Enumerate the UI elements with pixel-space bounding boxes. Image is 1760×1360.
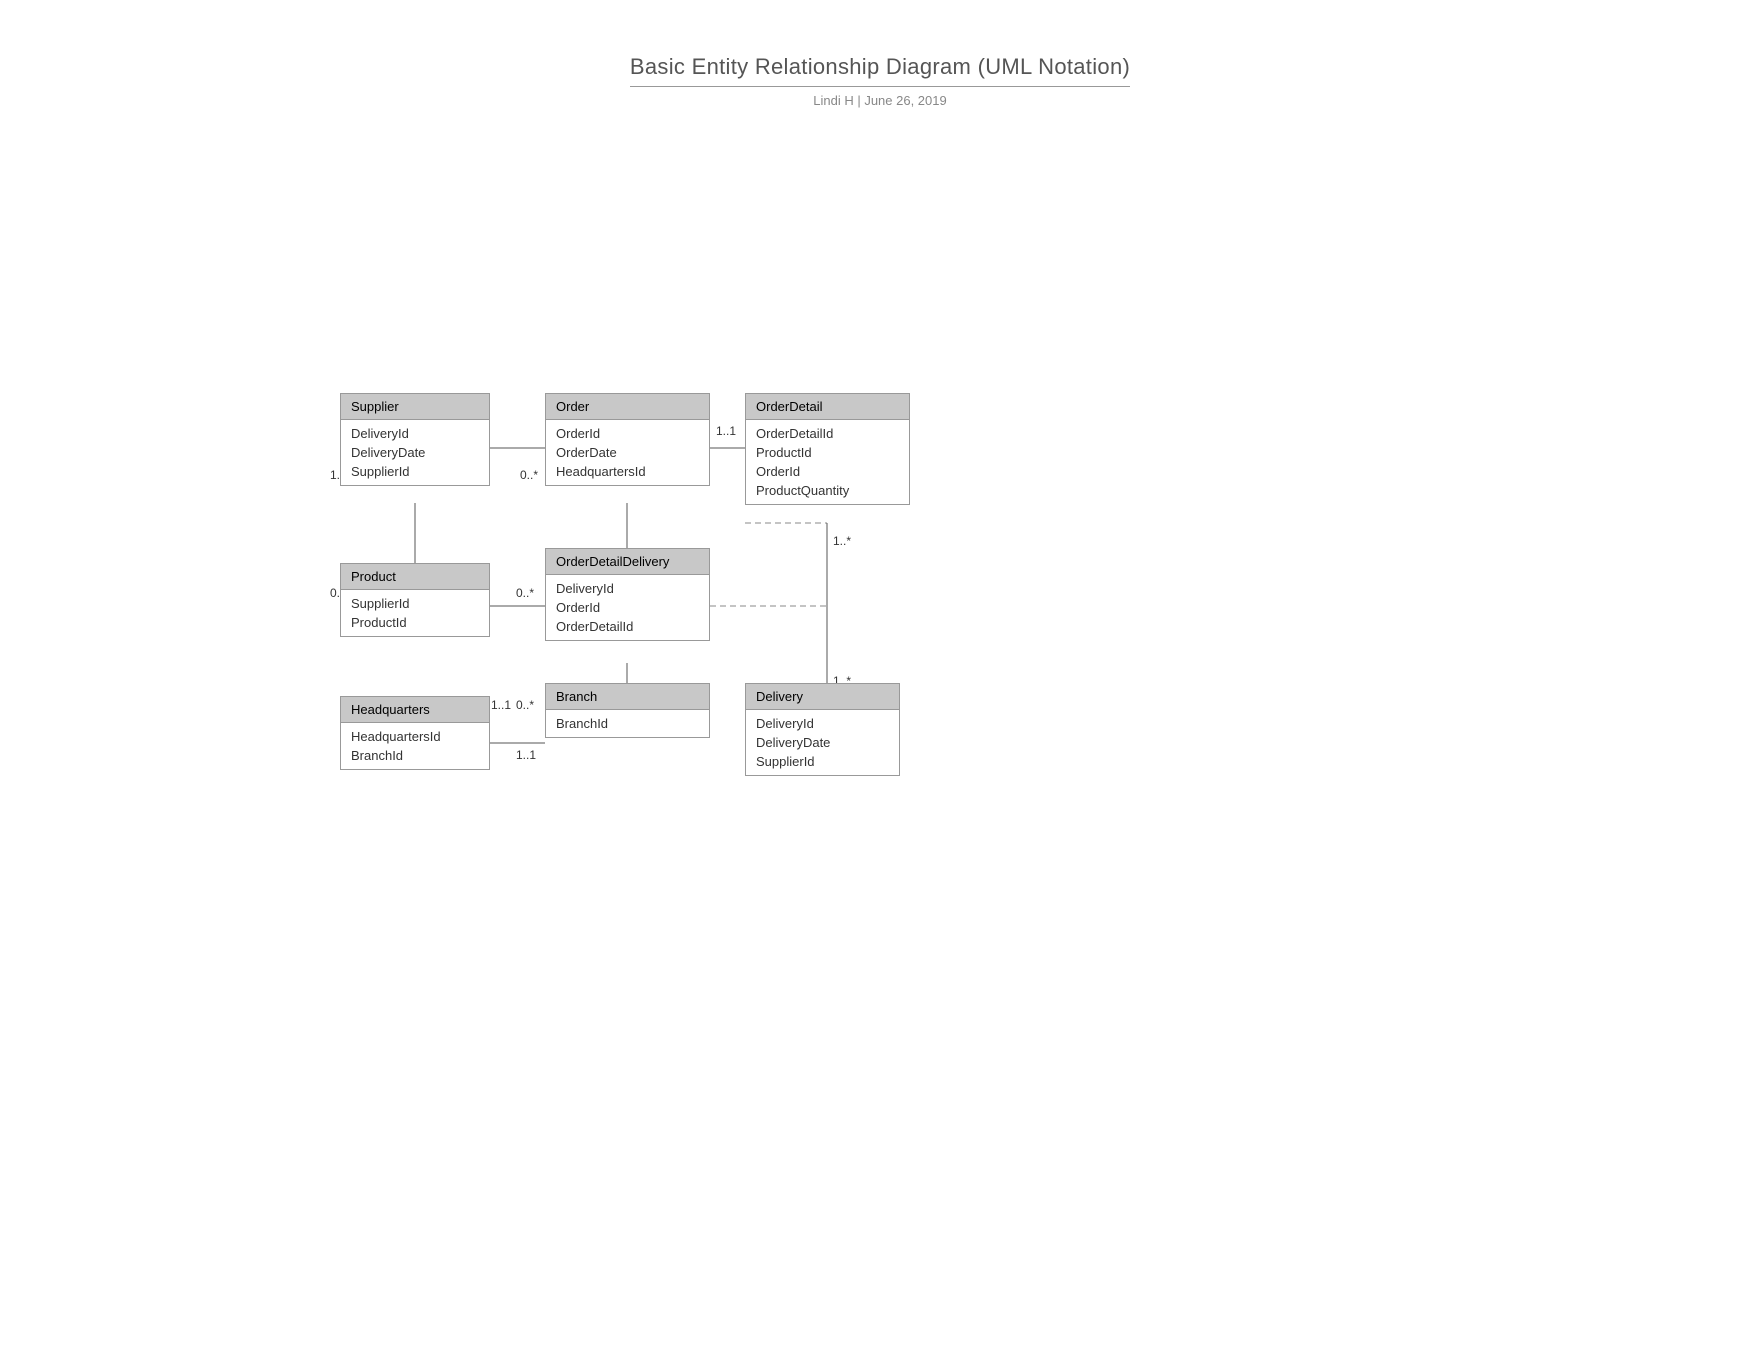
field-order-orderdate: OrderDate xyxy=(556,443,699,462)
diagram-area: 1..* 0..* 1..1 0..1 1..* 1..* 0..* 0..* … xyxy=(0,128,1760,1328)
field-odd-orderid: OrderId xyxy=(556,598,699,617)
entity-delivery: Delivery DeliveryId DeliveryDate Supplie… xyxy=(745,683,900,776)
entity-product-header: Product xyxy=(341,564,489,590)
field-od-productqty: ProductQuantity xyxy=(756,481,899,500)
mult-br-hq: 1..1 xyxy=(516,748,536,762)
mult-sup-ord-right: 0..* xyxy=(520,468,538,482)
mult-hq-br-right: 0..* xyxy=(516,698,534,712)
entity-product: Product SupplierId ProductId xyxy=(340,563,490,637)
mult-prod-right: 0..* xyxy=(516,586,534,600)
entity-orderdetail: OrderDetail OrderDetailId ProductId Orde… xyxy=(745,393,910,505)
entity-orderdetail-header: OrderDetail xyxy=(746,394,909,420)
entity-hq-header: Headquarters xyxy=(341,697,489,723)
field-od-orderid: OrderId xyxy=(756,462,899,481)
field-od-productid: ProductId xyxy=(756,443,899,462)
field-hq-branchid: BranchId xyxy=(351,746,479,765)
mult-hq-br-left: 1..1 xyxy=(491,698,511,712)
entity-branch: Branch BranchId xyxy=(545,683,710,738)
field-odd-orderdetailid: OrderDetailId xyxy=(556,617,699,636)
field-product-supplierid: SupplierId xyxy=(351,594,479,613)
field-supplier-deliverydate: DeliveryDate xyxy=(351,443,479,462)
field-od-orderdetailid: OrderDetailId xyxy=(756,424,899,443)
entity-supplier-header: Supplier xyxy=(341,394,489,420)
field-order-orderid: OrderId xyxy=(556,424,699,443)
field-supplier-supplierid: SupplierId xyxy=(351,462,479,481)
entity-branch-header: Branch xyxy=(546,684,709,710)
entity-headquarters: Headquarters HeadquartersId BranchId xyxy=(340,696,490,770)
entity-orderdetaildelivery: OrderDetailDelivery DeliveryId OrderId O… xyxy=(545,548,710,641)
field-supplier-deliveryid: DeliveryId xyxy=(351,424,479,443)
field-delivery-supplierid: SupplierId xyxy=(756,752,889,771)
entity-delivery-body: DeliveryId DeliveryDate SupplierId xyxy=(746,710,899,775)
entity-delivery-header: Delivery xyxy=(746,684,899,710)
entity-order-body: OrderId OrderDate HeadquartersId xyxy=(546,420,709,485)
field-delivery-deliverydate: DeliveryDate xyxy=(756,733,889,752)
field-branch-branchid: BranchId xyxy=(556,714,699,733)
entity-order: Order OrderId OrderDate HeadquartersId xyxy=(545,393,710,486)
mult-ord-od-left: 1..1 xyxy=(716,424,736,438)
entity-branch-body: BranchId xyxy=(546,710,709,737)
entity-supplier-body: DeliveryId DeliveryDate SupplierId xyxy=(341,420,489,485)
page-title: Basic Entity Relationship Diagram (UML N… xyxy=(0,0,1760,108)
field-hq-hqid: HeadquartersId xyxy=(351,727,479,746)
entity-hq-body: HeadquartersId BranchId xyxy=(341,723,489,769)
field-odd-deliveryid: DeliveryId xyxy=(556,579,699,598)
entity-supplier: Supplier DeliveryId DeliveryDate Supplie… xyxy=(340,393,490,486)
entity-odd-body: DeliveryId OrderId OrderDetailId xyxy=(546,575,709,640)
field-product-productid: ProductId xyxy=(351,613,479,632)
entity-product-body: SupplierId ProductId xyxy=(341,590,489,636)
entity-orderdetail-body: OrderDetailId ProductId OrderId ProductQ… xyxy=(746,420,909,504)
entity-order-header: Order xyxy=(546,394,709,420)
field-delivery-deliveryid: DeliveryId xyxy=(756,714,889,733)
field-order-hqid: HeadquartersId xyxy=(556,462,699,481)
entity-odd-header: OrderDetailDelivery xyxy=(546,549,709,575)
mult-od-del2: 1..* xyxy=(833,534,851,548)
